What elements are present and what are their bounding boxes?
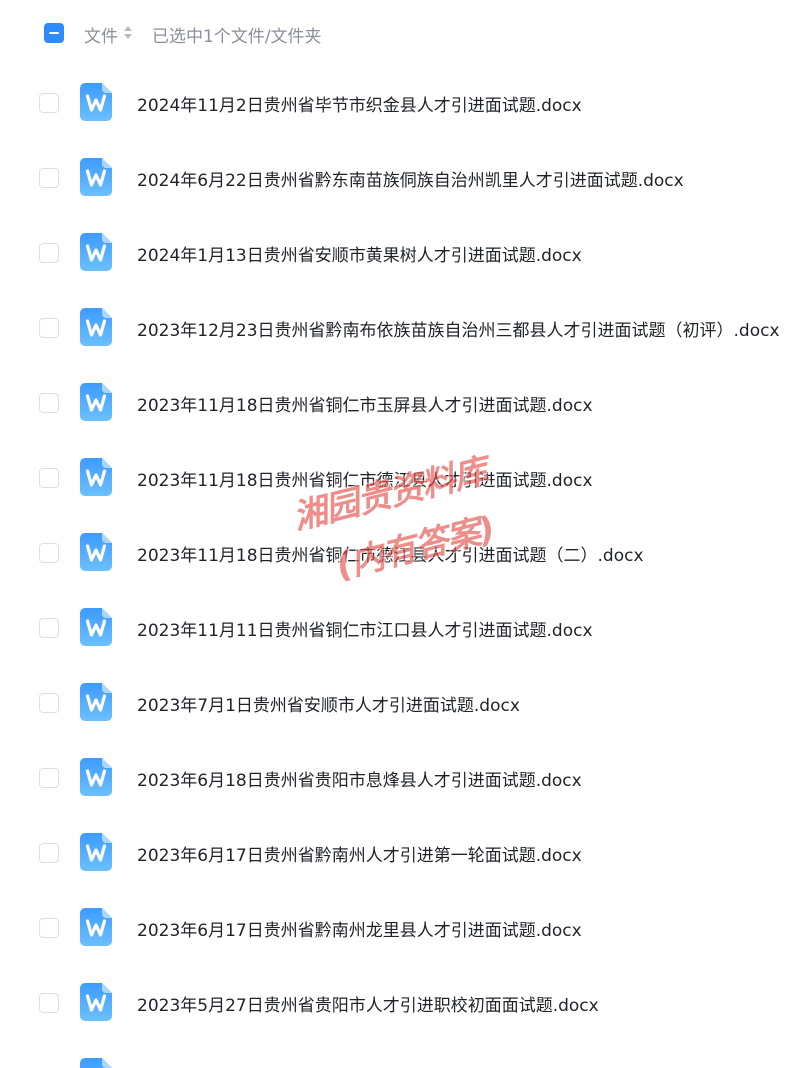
word-doc-icon <box>80 458 112 496</box>
column-title-file[interactable]: 文件 <box>84 22 118 47</box>
word-doc-icon <box>80 758 112 796</box>
file-name[interactable]: 2024年11月2日贵州省毕节市织金县人才引进面试题.docx <box>137 91 582 116</box>
word-doc-icon <box>80 1058 112 1068</box>
file-row-checkbox[interactable] <box>39 393 59 413</box>
word-doc-icon <box>80 83 112 121</box>
file-row-checkbox[interactable] <box>39 93 59 113</box>
selection-status: 已选中1个文件/文件夹 <box>152 27 322 47</box>
file-name[interactable]: 2024年1月13日贵州省安顺市黄果树人才引进面试题.docx <box>137 241 582 266</box>
word-doc-icon <box>80 233 112 271</box>
file-name[interactable]: 2023年6月17日贵州省黔南州龙里县人才引进面试题.docx <box>137 916 582 941</box>
word-doc-icon <box>80 908 112 946</box>
file-row[interactable]: 2024年11月2日贵州省毕节市织金县人才引进面试题.docx <box>0 65 800 140</box>
file-list: 2024年11月2日贵州省毕节市织金县人才引进面试题.docx 2024年6月22… <box>0 65 800 1068</box>
indeterminate-mark-icon <box>49 32 59 34</box>
file-row-checkbox[interactable] <box>39 768 59 788</box>
sort-down-icon <box>124 34 132 39</box>
file-row[interactable]: 2023年5月27日贵州省贵阳市人才引进职校初面面试题.docx <box>0 965 800 1040</box>
file-name[interactable]: 2023年6月18日贵州省贵阳市息烽县人才引进面试题.docx <box>137 766 582 791</box>
file-row[interactable]: 2023年6月17日贵州省黔南州龙里县人才引进面试题.docx <box>0 890 800 965</box>
file-name[interactable]: 2023年7月1日贵州省安顺市人才引进面试题.docx <box>137 691 520 716</box>
file-row[interactable]: 2024年1月13日贵州省安顺市黄果树人才引进面试题.docx <box>0 215 800 290</box>
sort-up-icon <box>124 26 132 31</box>
list-header: 文件 已选中1个文件/文件夹 <box>0 14 800 54</box>
file-row[interactable]: 2023年11月18日贵州省铜仁市德江县人才引进面试题（二）.docx <box>0 515 800 590</box>
word-doc-icon <box>80 158 112 196</box>
sort-icon[interactable] <box>124 26 132 40</box>
file-row-checkbox[interactable] <box>39 618 59 638</box>
file-row[interactable]: 2023年6月17日贵州省黔南州人才引进第一轮面试题.docx <box>0 815 800 890</box>
file-row[interactable]: 2023年7月1日贵州省安顺市人才引进面试题.docx <box>0 665 800 740</box>
word-doc-icon <box>80 683 112 721</box>
file-name[interactable]: 2023年12月23日贵州省黔南布依族苗族自治州三都县人才引进面试题（初评）.d… <box>137 316 780 341</box>
file-row[interactable]: 2024年6月22日贵州省黔东南苗族侗族自治州凯里人才引进面试题.docx <box>0 140 800 215</box>
file-row-checkbox[interactable] <box>39 993 59 1013</box>
file-row-checkbox[interactable] <box>39 468 59 488</box>
file-name[interactable]: 2023年11月18日贵州省铜仁市德江县人才引进面试题（二）.docx <box>137 541 644 566</box>
file-row[interactable]: 2023年11月18日贵州省铜仁市玉屏县人才引进面试题.docx <box>0 365 800 440</box>
word-doc-icon <box>80 383 112 421</box>
word-doc-icon <box>80 833 112 871</box>
file-row-checkbox[interactable] <box>39 243 59 263</box>
file-name[interactable]: 2023年11月18日贵州省铜仁市玉屏县人才引进面试题.docx <box>137 391 593 416</box>
select-all-checkbox[interactable] <box>44 23 64 43</box>
file-name[interactable]: 2023年11月11日贵州省铜仁市江口县人才引进面试题.docx <box>137 616 593 641</box>
file-row-checkbox[interactable] <box>39 318 59 338</box>
file-row-checkbox[interactable] <box>39 918 59 938</box>
file-browser: 文件 已选中1个文件/文件夹 2024年11月2日贵州省毕节市织金县人才引进面试… <box>0 0 800 1068</box>
file-row-checkbox[interactable] <box>39 168 59 188</box>
file-name[interactable]: 2023年5月27日贵州省贵阳市人才引进职校初面面试题.docx <box>137 991 599 1016</box>
word-doc-icon <box>80 308 112 346</box>
file-name[interactable]: 2023年11月18日贵州省铜仁市德江县人才引进面试题.docx <box>137 466 593 491</box>
file-row[interactable]: 2023年11月18日贵州省铜仁市德江县人才引进面试题.docx <box>0 440 800 515</box>
word-doc-icon <box>80 533 112 571</box>
file-row-checkbox[interactable] <box>39 693 59 713</box>
file-row[interactable]: 2023年11月11日贵州省铜仁市江口县人才引进面试题.docx <box>0 590 800 665</box>
file-row[interactable]: 2023年6月18日贵州省贵阳市息烽县人才引进面试题.docx <box>0 740 800 815</box>
file-name[interactable]: 2023年6月17日贵州省黔南州人才引进第一轮面试题.docx <box>137 841 582 866</box>
file-row[interactable]: 2023年12月23日贵州省黔南布依族苗族自治州三都县人才引进面试题（初评）.d… <box>0 290 800 365</box>
word-doc-icon <box>80 608 112 646</box>
file-row[interactable] <box>0 1040 800 1068</box>
word-doc-icon <box>80 983 112 1021</box>
file-name[interactable]: 2024年6月22日贵州省黔东南苗族侗族自治州凯里人才引进面试题.docx <box>137 166 684 191</box>
file-row-checkbox[interactable] <box>39 843 59 863</box>
file-row-checkbox[interactable] <box>39 543 59 563</box>
